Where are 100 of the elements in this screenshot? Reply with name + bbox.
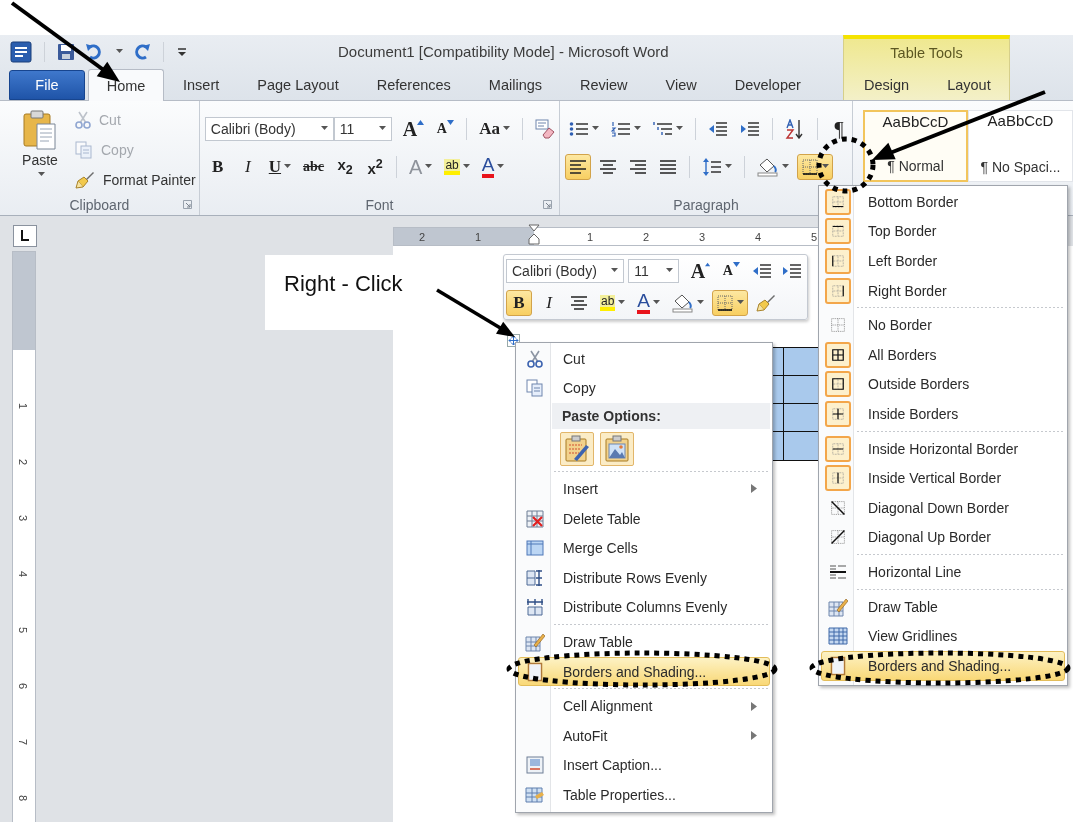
menu-item[interactable]: Top Border (821, 216, 1065, 247)
underline-button[interactable]: U (264, 153, 296, 180)
up-triangle-icon (417, 119, 425, 125)
menu-item[interactable]: AutoFit (518, 720, 770, 751)
redo-icon[interactable] (133, 42, 151, 61)
ruler-number: 7 (17, 738, 30, 746)
grow-font-button[interactable]: A (686, 257, 715, 284)
menu-item[interactable]: No Border (821, 310, 1065, 340)
menu-item[interactable]: Table Properties... (518, 780, 770, 810)
superscript-button[interactable]: x$^{2}$ (362, 153, 389, 180)
caret-icon (611, 268, 619, 273)
menu-item[interactable]: Draw Table (518, 627, 770, 657)
menu-item[interactable]: Inside Horizontal Border (821, 433, 1065, 464)
borders-button[interactable] (797, 153, 833, 180)
style-tile[interactable]: AaBbCcD ¶ Normal (863, 110, 968, 182)
show-marks-button[interactable]: ¶ (826, 115, 852, 142)
ribbon-tab[interactable]: Insert (164, 70, 239, 100)
borders-button[interactable] (712, 289, 749, 316)
ruler-number: 5 (810, 230, 818, 243)
pencil-table-icon (828, 596, 848, 617)
window-title: Document1 [Compatibility Mode] - Microsoft Word (338, 43, 669, 60)
ruler-number: 4 (754, 230, 762, 243)
paste-option-button[interactable] (560, 432, 594, 467)
dialog-launcher-icon[interactable] (182, 200, 192, 209)
menu-item[interactable]: Distribute Columns Evenly (518, 592, 770, 623)
menu-item[interactable]: Distribute Rows Evenly (518, 562, 770, 593)
font-size-field[interactable]: 11 (628, 258, 679, 283)
ribbon-tab[interactable]: References (357, 70, 470, 100)
menu-item[interactable]: View Gridlines (821, 621, 1065, 651)
menu-item[interactable]: Diagonal Up Border (821, 522, 1065, 553)
indent-marker-icon[interactable] (528, 224, 540, 246)
border-grid-icon (801, 157, 819, 176)
bold-button[interactable]: B (204, 153, 231, 180)
horizontal-line-icon (829, 562, 847, 581)
menu-item[interactable]: Bottom Border (821, 187, 1065, 217)
align-center-icon (570, 294, 588, 311)
undo-icon[interactable] (85, 42, 103, 61)
align-left-button[interactable] (565, 153, 591, 180)
highlight-button[interactable]: ab (596, 289, 630, 316)
ribbon-tab[interactable]: Mailings (469, 70, 562, 100)
menu-item[interactable]: Cut (518, 344, 770, 374)
menu-item[interactable]: Outside Borders (821, 369, 1065, 400)
ribbon-tab[interactable]: Design (845, 70, 929, 100)
menu-item[interactable]: Inside Borders (821, 399, 1065, 429)
ribbon-tab[interactable]: Review (561, 70, 647, 100)
paint-bucket-icon (757, 156, 779, 177)
grow-font-button[interactable]: A (398, 115, 429, 142)
paste-button[interactable]: Paste (16, 107, 64, 191)
shrink-font-button[interactable]: A (432, 115, 459, 142)
change-case-button[interactable]: Aa (475, 115, 514, 142)
ribbon-tab[interactable]: Developer (715, 70, 820, 100)
ribbon-tab[interactable]: View (646, 70, 716, 100)
menu-item[interactable]: Cell Alignment (518, 691, 770, 721)
font-name-field[interactable]: Calibri (Body) (506, 258, 625, 283)
menu-item[interactable]: Merge Cells (518, 533, 770, 563)
distribute-columns-icon (526, 598, 544, 617)
table-delete-icon (526, 509, 544, 528)
caret-icon (320, 126, 328, 131)
font-color-button[interactable]: A (633, 289, 665, 316)
ribbon-tab[interactable]: Home (88, 69, 164, 101)
clipboard-picture-icon (604, 435, 630, 464)
down-triangle-icon (732, 261, 740, 267)
menu-item[interactable]: Inside Vertical Border (821, 463, 1065, 493)
subscript-button[interactable]: x$_{2}$ (332, 153, 359, 180)
style-tile[interactable]: AaBbCcD ¶ No Spaci... (968, 110, 1073, 182)
highlight-button[interactable]: ab (440, 153, 474, 180)
menu-heading: Paste Options: (552, 403, 770, 430)
menu-item[interactable]: Left Border (821, 246, 1065, 276)
menu-item[interactable]: Borders and Shading... (518, 656, 770, 687)
menu-item[interactable]: Delete Table (518, 503, 770, 534)
menu-item[interactable]: Borders and Shading... (821, 650, 1065, 681)
menu-item[interactable]: Horizontal Line (821, 557, 1065, 587)
dialog-launcher-icon[interactable] (543, 200, 552, 209)
app-icon[interactable] (10, 40, 32, 63)
menu-item[interactable]: Diagonal Down Border (821, 492, 1065, 523)
italic-button[interactable]: I (234, 153, 261, 180)
paste-option-button[interactable] (600, 432, 634, 467)
shrink-font-button[interactable]: A (718, 257, 745, 284)
scissors-icon (527, 349, 543, 368)
menu-item[interactable]: Right Border (821, 275, 1065, 306)
numbered-list-icon (611, 120, 631, 137)
ribbon-tab[interactable]: Page Layout (238, 70, 358, 100)
menu-item[interactable]: All Borders (821, 339, 1065, 370)
tab-stop-icon[interactable] (13, 225, 37, 247)
menu-item[interactable]: Copy (518, 373, 770, 404)
painter-button[interactable]: Format Painter (72, 167, 199, 193)
italic-button[interactable]: I (536, 289, 562, 316)
menu-item[interactable]: Insert (518, 474, 770, 504)
font-size-field[interactable]: 11 (333, 116, 392, 141)
menu-item[interactable]: Draw Table (821, 591, 1065, 622)
menu-item[interactable]: Insert Caption... (518, 750, 770, 781)
bold-button[interactable]: B (506, 289, 532, 316)
ruler-number: 3 (698, 230, 706, 243)
up-triangle-icon (705, 261, 711, 267)
file-tab[interactable]: File (9, 70, 85, 100)
decrease-indent-icon (751, 262, 772, 279)
font-color-button[interactable]: A (477, 153, 509, 180)
strikethrough-button[interactable]: abc (299, 153, 329, 180)
font-name-field[interactable]: Calibri (Body) (204, 116, 334, 141)
ribbon-tab[interactable]: Layout (928, 70, 1010, 100)
